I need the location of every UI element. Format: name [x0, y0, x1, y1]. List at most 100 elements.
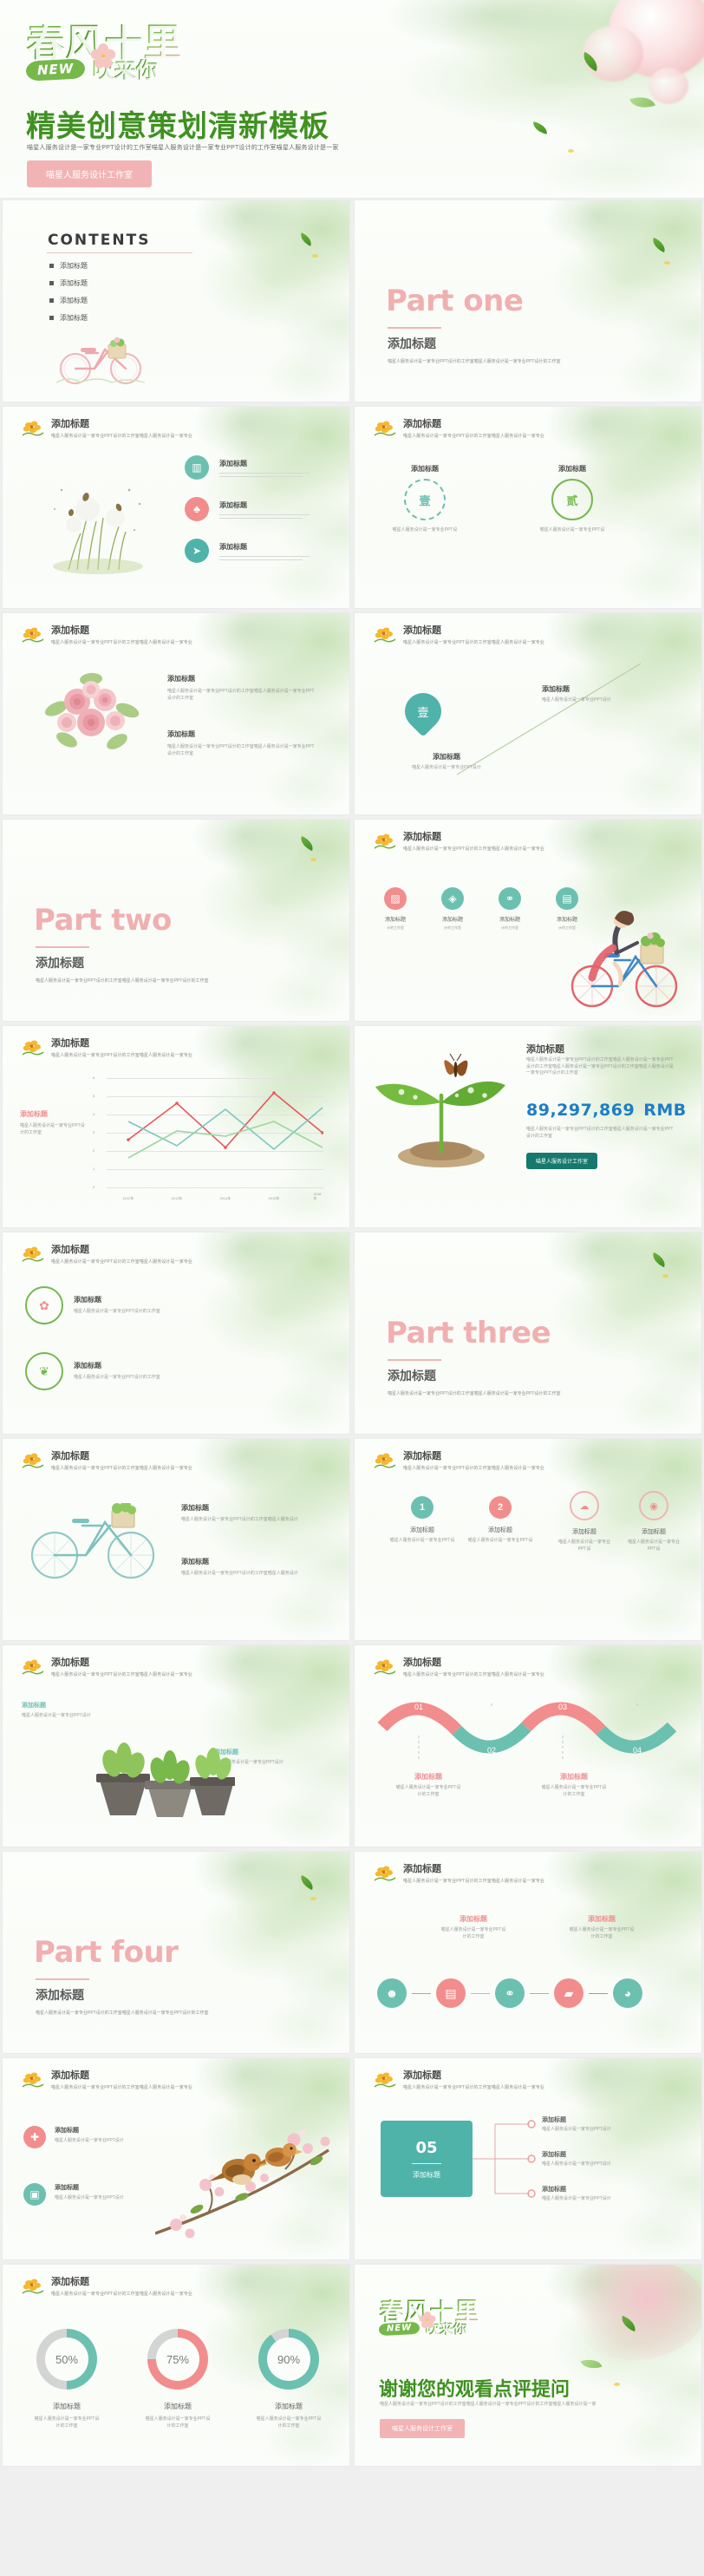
list-item-label: 添加标题	[60, 279, 88, 287]
ring-item[interactable]: ◉ 添加标题 喵星人服务设计是一家专业PPT设	[625, 1491, 682, 1553]
wave-caption[interactable]: 添加标题 喵星人服务设计是一家专业PPT设 计的工作室	[526, 1772, 622, 1798]
pin-diagonal-slide[interactable]: 添加标题 喵星人服务设计是一家专业PPT设计的工作室喵星人服务设计是一家专业 壹 …	[355, 613, 701, 814]
chain-caption[interactable]: 添加标题 喵星人服务设计是一家专业PPT设 计的工作室	[554, 1914, 649, 1940]
line-chart-slide[interactable]: 添加标题 喵星人服务设计是一家专业PPT设计的工作室喵星人服务设计是一家专业 添加…	[3, 1026, 349, 1227]
icon-item[interactable]: ✚ 添加标题 喵星人服务设计是一家专业PPT设计	[23, 2126, 150, 2148]
ring-body: 喵星人服务设计是一家专业PPT设	[539, 527, 605, 533]
donut-item[interactable]: 90% 添加标题 喵星人服务设计是一家专业PPT设 计的工作室	[240, 2329, 337, 2429]
numbered-four-slide[interactable]: 添加标题 喵星人服务设计是一家专业PPT设计的工作室喵星人服务设计是一家专业 1 …	[355, 1439, 701, 1640]
pin-caption[interactable]: 添加标题 喵星人服务设计是一家专业PPT设计	[542, 684, 663, 704]
leaf-icon	[297, 232, 315, 246]
step-item[interactable]: 1 添加标题 喵星人服务设计是一家专业PPT设	[389, 1496, 455, 1545]
icon-item[interactable]: ⚭ 添加标题 计的工作室	[488, 887, 531, 931]
list-item[interactable]: ▥ 添加标题	[185, 455, 310, 480]
card-label: 添加标题	[413, 2170, 440, 2179]
slide-subtitle: 喵星人服务设计是一家专业PPT设计的工作室喵星人服务设计是一家专业	[51, 1466, 193, 1472]
book-icon: ▣	[23, 2183, 46, 2206]
icon-item[interactable]: ◈ 添加标题 计的工作室	[431, 887, 474, 931]
list-item[interactable]: ♣ 添加标题	[185, 497, 310, 521]
chain-caption[interactable]: 添加标题 喵星人服务设计是一家专业PPT设 计的工作室	[426, 1914, 521, 1940]
list-item[interactable]: 添加标题	[49, 261, 88, 271]
slide-header: 添加标题 喵星人服务设计是一家专业PPT设计的工作室喵星人服务设计是一家专业	[20, 1038, 192, 1059]
slide-subtitle: 喵星人服务设计是一家专业PPT设计的工作室喵星人服务设计是一家专业	[51, 2085, 193, 2091]
branch-item[interactable]: 添加标题 喵星人服务设计是一家专业PPT设计	[542, 2150, 681, 2168]
section-subtitle: 添加标题	[36, 956, 84, 970]
thank-you-slide[interactable]: 春风十里 NEW 吹来你 谢谢您的观看点评提问 喵星人服务设计是一家专业PPT设…	[355, 2265, 701, 2466]
caption-heading: 添加标题	[588, 1915, 616, 1923]
ring-body: 喵星人服务设计是一家专业PPT设	[557, 1540, 610, 1552]
text-column[interactable]: 添加标题 喵星人服务设计是一家专业PPT设计的工作室喵星人服务设计	[181, 1503, 320, 1524]
leaf-icon	[649, 1252, 668, 1268]
wave-caption[interactable]: 添加标题 喵星人服务设计是一家专业PPT设 计的工作室	[381, 1772, 476, 1798]
icon-chain-slide[interactable]: 添加标题 喵星人服务设计是一家专业PPT设计的工作室喵星人服务设计是一家专业 添加…	[355, 1852, 701, 2053]
ring-item[interactable]: ☁ 添加标题 喵星人服务设计是一家专业PPT设	[556, 1491, 613, 1553]
list-item-label: 添加标题	[219, 500, 247, 509]
ring-item[interactable]: 添加标题 壹 喵星人服务设计是一家专业PPT设	[377, 464, 473, 534]
donut-stats-slide[interactable]: 添加标题 喵星人服务设计是一家专业PPT设计的工作室喵星人服务设计是一家专业 50…	[3, 2265, 349, 2466]
ring-item[interactable]: ❦ 添加标题 喵星人服务设计是一家专业PPT设计的工作室	[25, 1352, 230, 1390]
user-icon[interactable]: ☻	[377, 1978, 407, 2008]
slide-header: 添加标题 喵星人服务设计是一家专业PPT设计的工作室喵星人服务设计是一家专业	[372, 1657, 544, 1678]
wave-process-slide[interactable]: 添加标题 喵星人服务设计是一家专业PPT设计的工作室喵星人服务设计是一家专业 01…	[355, 1645, 701, 1847]
highlight-card[interactable]: 05 添加标题	[381, 2121, 473, 2197]
list-item[interactable]: 添加标题	[49, 313, 88, 323]
list-item-label: 添加标题	[60, 314, 88, 322]
slide-header: 添加标题 喵星人服务设计是一家专业PPT设计的工作室喵星人服务设计是一家专业	[20, 1451, 192, 1472]
text-block[interactable]: 添加标题 喵星人服务设计是一家专业PPT设计	[22, 1701, 126, 1720]
cta-button[interactable]: 喵星人服务设计工作室	[526, 1153, 598, 1169]
ring-label: 贰	[566, 494, 578, 507]
icon-quad-slide[interactable]: 添加标题 喵星人服务设计是一家专业PPT设计的工作室喵星人服务设计是一家专业 ▨ …	[355, 820, 701, 1021]
growth-chart-icon[interactable]: ▰	[554, 1978, 583, 2008]
list-item[interactable]: 添加标题	[49, 278, 88, 288]
map-pin-marker[interactable]: 壹	[397, 685, 449, 737]
branch-item[interactable]: 添加标题 喵星人服务设计是一家专业PPT设计	[542, 2115, 681, 2134]
list-item[interactable]: 添加标题	[49, 296, 88, 305]
presentation-icon[interactable]: ▤	[436, 1978, 466, 2008]
two-column-text-slide[interactable]: 添加标题 喵星人服务设计是一家专业PPT设计的工作室喵星人服务设计是一家专业 添…	[3, 613, 349, 814]
icon-list-slide[interactable]: 添加标题 喵星人服务设计是一家专业PPT设计的工作室喵星人服务设计是一家专业 ▥…	[3, 407, 349, 608]
step-item[interactable]: 2 添加标题 喵星人服务设计是一家专业PPT设	[467, 1496, 533, 1545]
slide-subtitle: 喵星人服务设计是一家专业PPT设计的工作室喵星人服务设计是一家专业	[403, 1672, 545, 1678]
donut-item[interactable]: 50% 添加标题 喵星人服务设计是一家专业PPT设 计的工作室	[18, 2329, 115, 2429]
ring-item[interactable]: 添加标题 贰 喵星人服务设计是一家专业PPT设	[525, 464, 620, 534]
pin-caption[interactable]: 添加标题 喵星人服务设计是一家专业PPT设计	[394, 752, 499, 772]
donut-line1: 喵星人服务设计是一家专业PPT设	[256, 2416, 322, 2422]
brain-icon[interactable]: ◕	[613, 1978, 642, 2008]
ring-body: 喵星人服务设计是一家专业PPT设计的工作室	[74, 1309, 160, 1315]
section-divider-part-one[interactable]: Part one 添加标题 喵星人服务设计是一家专业PPT设计的工作室喵星人服务…	[355, 200, 701, 402]
ring-item[interactable]: ✿ 添加标题 喵星人服务设计是一家专业PPT设计的工作室	[25, 1286, 230, 1324]
hero-cta-button[interactable]: 喵星人服务设计工作室	[27, 160, 152, 187]
bird-icon-slide[interactable]: 添加标题 喵星人服务设计是一家专业PPT设计的工作室喵星人服务设计是一家专业 ✚ …	[3, 2058, 349, 2259]
team-icon[interactable]: ⚭	[495, 1978, 525, 2008]
text-column[interactable]: 添加标题 喵星人服务设计是一家专业PPT设计的工作室喵星人服务设计是一家专业PP…	[167, 729, 315, 757]
section-description: 喵星人服务设计是一家专业PPT设计的工作室喵星人服务设计是一家专业PPT设计的工…	[388, 1391, 561, 1396]
figure-value: 89,297,869	[526, 1101, 636, 1120]
bicycle-text-slide[interactable]: 添加标题 喵星人服务设计是一家专业PPT设计的工作室喵星人服务设计是一家专业 添加	[3, 1439, 349, 1640]
ring-pair-slide[interactable]: 添加标题 喵星人服务设计是一家专业PPT设计的工作室喵星人服务设计是一家专业 添加…	[355, 407, 701, 608]
icon-item[interactable]: ▨ 添加标题 计的工作室	[374, 887, 417, 931]
branch-item[interactable]: 添加标题 喵星人服务设计是一家专业PPT设计	[542, 2185, 681, 2203]
list-item[interactable]: ➤ 添加标题	[185, 539, 310, 563]
section-divider-part-two[interactable]: Part two 添加标题 喵星人服务设计是一家专业PPT设计的工作室喵星人服务…	[3, 820, 349, 1021]
icon-item[interactable]: ▣ 添加标题 喵星人服务设计是一家专业PPT设计	[23, 2183, 150, 2206]
text-column[interactable]: 添加标题 喵星人服务设计是一家专业PPT设计的工作室喵星人服务设计	[181, 1557, 320, 1578]
slide-cell: 添加标题 喵星人服务设计是一家专业PPT设计的工作室喵星人服务设计是一家专业 1 …	[352, 1436, 704, 1643]
key-figure-slide[interactable]: 添加标题 喵星人服务设计是一家专业PPT设计的工作室喵星人服务设计是一家专业PP…	[355, 1026, 701, 1227]
sunflower-icon	[22, 1659, 44, 1675]
planter-list-slide[interactable]: 添加标题 喵星人服务设计是一家专业PPT设计的工作室喵星人服务设计是一家专业 添加…	[3, 1645, 349, 1847]
thank-you-cta-button[interactable]: 喵星人服务设计工作室	[380, 2419, 465, 2438]
branch-connectors	[473, 2120, 536, 2198]
sunflower-icon	[374, 1659, 396, 1675]
branch-heading: 添加标题	[542, 2117, 566, 2123]
text-column[interactable]: 添加标题 喵星人服务设计是一家专业PPT设计的工作室喵星人服务设计是一家专业PP…	[167, 674, 315, 702]
ring-stack-slide[interactable]: 添加标题 喵星人服务设计是一家专业PPT设计的工作室喵星人服务设计是一家专业 ✿ …	[3, 1232, 349, 1434]
section-divider-part-three[interactable]: Part three 添加标题 喵星人服务设计是一家专业PPT设计的工作室喵星人…	[355, 1232, 701, 1434]
slide-cell: 添加标题 喵星人服务设计是一家专业PPT设计的工作室喵星人服务设计是一家专业PP…	[352, 1023, 704, 1230]
contents-slide[interactable]: CONTENTS 添加标题 添加标题 添加标题 添加标题	[3, 200, 349, 402]
section-divider-part-four[interactable]: Part four 添加标题 喵星人服务设计是一家专业PPT设计的工作室喵星人服…	[3, 1852, 349, 2053]
dandelion-grass-illustration	[53, 488, 143, 574]
card-branch-slide[interactable]: 添加标题 喵星人服务设计是一家专业PPT设计的工作室喵星人服务设计是一家专业 05…	[355, 2058, 701, 2259]
donut-item[interactable]: 75% 添加标题 喵星人服务设计是一家专业PPT设 计的工作室	[129, 2329, 226, 2429]
step-caption: 添加标题	[410, 1527, 434, 1533]
caption-line1: 喵星人服务设计是一家专业PPT设	[569, 1927, 635, 1932]
